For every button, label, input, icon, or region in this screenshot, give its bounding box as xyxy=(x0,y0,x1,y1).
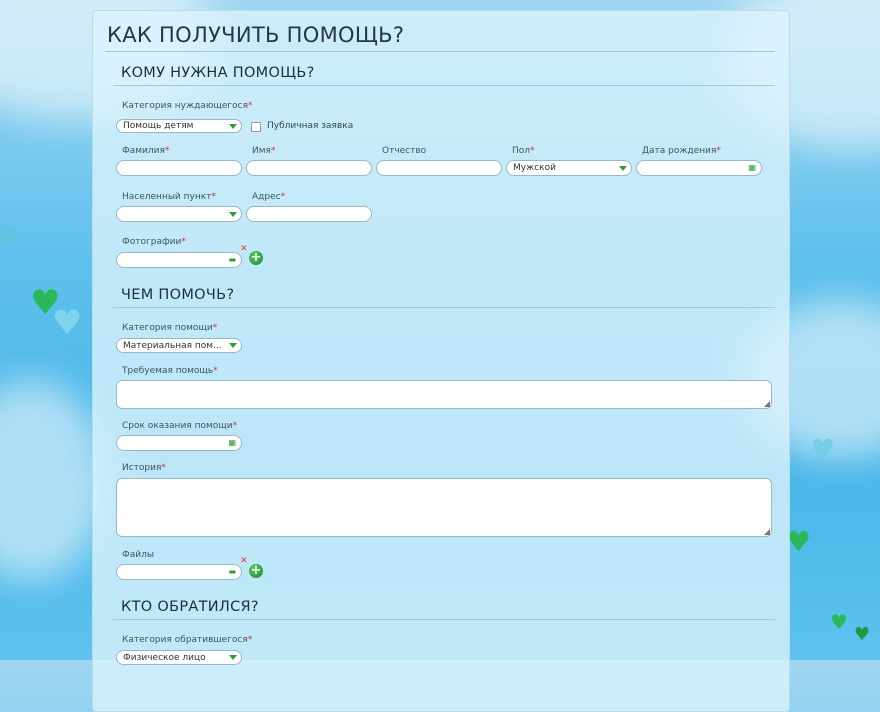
birth-date-input[interactable]: ▦ xyxy=(636,160,762,176)
gender-select[interactable]: Мужской xyxy=(506,160,632,176)
photos-label: Фотографии* xyxy=(122,237,186,247)
section-divider xyxy=(113,619,775,620)
required-help-textarea[interactable]: ◢ xyxy=(116,380,772,409)
files-label: Файлы xyxy=(122,550,154,560)
page-title: КАК ПОЛУЧИТЬ ПОМОЩЬ? xyxy=(107,23,405,47)
heart-icon: ♥ xyxy=(854,624,871,645)
story-textarea[interactable]: ◢ xyxy=(116,478,772,537)
surname-input[interactable] xyxy=(116,160,242,176)
applicant-category-select[interactable]: Физическое лицо xyxy=(116,650,242,665)
section-divider xyxy=(113,307,775,308)
add-file-button[interactable]: + xyxy=(249,564,263,578)
chevron-down-icon xyxy=(619,166,627,171)
story-label: История* xyxy=(122,463,166,473)
locality-select[interactable] xyxy=(116,206,242,222)
chevron-down-icon xyxy=(229,212,237,217)
address-label: Адрес* xyxy=(252,192,286,202)
section-title-what: ЧЕМ ПОМОЧЬ? xyxy=(121,287,235,303)
name-input[interactable] xyxy=(246,160,372,176)
calendar-icon[interactable]: ▦ xyxy=(748,163,756,172)
surname-label: Фамилия* xyxy=(122,146,170,156)
files-file-input[interactable]: ▬ xyxy=(116,564,242,580)
heart-icon: ♥ xyxy=(0,224,22,252)
folder-icon[interactable]: ▬ xyxy=(228,255,236,264)
resize-grip-icon[interactable]: ◢ xyxy=(764,400,770,408)
section-title-applicant: КТО ОБРАТИЛСЯ? xyxy=(121,599,259,615)
title-divider xyxy=(105,51,775,52)
help-category-select[interactable]: Материальная пом... xyxy=(116,338,242,353)
chevron-down-icon xyxy=(229,124,237,129)
deadline-label: Срок оказания помощи* xyxy=(122,421,238,431)
chevron-down-icon xyxy=(229,655,237,660)
beneficiary-category-select[interactable]: Помощь детям xyxy=(116,119,242,133)
chevron-down-icon xyxy=(229,343,237,348)
beneficiary-category-label: Категория нуждающегося* xyxy=(122,101,253,111)
public-request-label: Публичная заявка xyxy=(267,121,354,131)
patronymic-input[interactable] xyxy=(376,160,502,176)
help-request-form: КАК ПОЛУЧИТЬ ПОМОЩЬ? КОМУ НУЖНА ПОМОЩЬ? … xyxy=(92,10,790,712)
remove-file-button[interactable]: ✕ xyxy=(240,557,248,566)
heart-icon: ♥ xyxy=(52,303,83,343)
resize-grip-icon[interactable]: ◢ xyxy=(764,528,770,536)
help-category-label: Категория помощи* xyxy=(122,323,218,333)
section-title-who: КОМУ НУЖНА ПОМОЩЬ? xyxy=(121,65,315,81)
photos-file-input[interactable]: ▬ xyxy=(116,252,242,268)
heart-icon: ♥ xyxy=(810,433,836,466)
patronymic-label: Отчество xyxy=(382,146,427,156)
add-photo-button[interactable]: + xyxy=(249,251,263,265)
public-request-checkbox[interactable] xyxy=(251,122,261,132)
gender-label: Пол* xyxy=(512,146,535,156)
name-label: Имя* xyxy=(252,146,276,156)
required-help-label: Требуемая помощь* xyxy=(122,366,218,376)
deadline-date-input[interactable]: ▦ xyxy=(116,435,242,451)
calendar-icon[interactable]: ▦ xyxy=(228,438,236,447)
applicant-category-label: Категория обратившегося* xyxy=(122,635,253,645)
locality-label: Населенный пункт* xyxy=(122,192,216,202)
birth-date-label: Дата рождения* xyxy=(642,146,721,156)
remove-photo-button[interactable]: ✕ xyxy=(240,245,248,254)
address-input[interactable] xyxy=(246,206,372,222)
heart-icon: ♥ xyxy=(830,610,848,634)
folder-icon[interactable]: ▬ xyxy=(228,567,236,576)
section-divider xyxy=(113,85,775,86)
